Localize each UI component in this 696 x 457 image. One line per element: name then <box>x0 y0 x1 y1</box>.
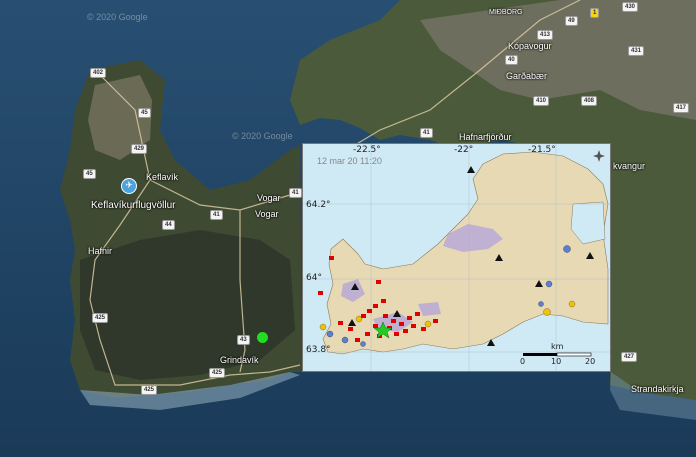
road-40: 40 <box>505 55 518 65</box>
airport-icon[interactable]: ✈ <box>121 178 137 194</box>
road-41b: 41 <box>289 188 302 198</box>
road-1: 1 <box>590 8 600 18</box>
lon-label-2: -22° <box>454 145 474 155</box>
road-430: 430 <box>622 2 639 12</box>
lat-label-2: 64° <box>306 273 322 283</box>
place-midborg[interactable]: MIÐBORG <box>489 9 522 16</box>
road-425c: 425 <box>209 368 226 378</box>
map-screenshot[interactable]: © 2020 Google © 2020 Google 402 45 429 4… <box>0 0 696 457</box>
watermark-middle: © 2020 Google <box>232 131 293 141</box>
place-gardabaer[interactable]: Garðabær <box>506 71 547 81</box>
inset-timestamp: 12 mar 20 11:20 <box>317 156 382 166</box>
road-425b: 425 <box>141 385 158 395</box>
watermark-top: © 2020 Google <box>87 12 148 22</box>
road-45: 45 <box>138 108 151 118</box>
place-airport[interactable]: Keflavíkurflugvöllur <box>91 200 175 211</box>
place-vogar[interactable]: Vogar <box>255 209 279 219</box>
place-hafnir[interactable]: Hafnir <box>88 246 112 256</box>
land-area <box>322 151 609 355</box>
road-417: 417 <box>673 103 690 113</box>
road-427: 427 <box>621 352 638 362</box>
lon-label-1: -22.5° <box>353 145 381 155</box>
road-431: 431 <box>628 46 645 56</box>
road-49: 49 <box>565 16 578 26</box>
epicenter-marker[interactable] <box>257 332 268 343</box>
road-41a: 41 <box>210 210 223 220</box>
inset-map-svg <box>303 144 610 371</box>
lat-label-3: 63.8° <box>306 345 331 355</box>
road-41c: 41 <box>420 128 433 138</box>
road-43: 43 <box>237 335 250 345</box>
road-425a: 425 <box>92 313 109 323</box>
scale-tick-20: 20 <box>585 357 596 366</box>
place-grindavik[interactable]: Grindavík <box>220 355 259 365</box>
place-kopavogur[interactable]: Kópavogur <box>508 41 552 51</box>
lon-label-3: -21.5° <box>528 145 556 155</box>
compass-icon[interactable] <box>593 150 605 162</box>
road-44: 44 <box>162 220 175 230</box>
scale-tick-10: 10 <box>551 357 562 366</box>
road-408: 408 <box>581 96 598 106</box>
scale-tick-0: 0 <box>520 357 526 366</box>
scale-bar <box>523 352 592 357</box>
road-402: 402 <box>90 68 107 78</box>
road-413: 413 <box>537 30 554 40</box>
road-429: 429 <box>131 144 148 154</box>
place-strandakirkja[interactable]: Strandakirkja <box>631 384 684 394</box>
lat-label-1: 64.2° <box>306 200 331 210</box>
road-410: 410 <box>533 96 550 106</box>
place-hafnarfjordur[interactable]: Hafnarfjörður <box>459 132 512 142</box>
earthquake-inset-map[interactable]: 12 mar 20 11:20 -22.5° -22° -21.5° 64.2°… <box>302 143 611 372</box>
place-keflavik[interactable]: Keflavík <box>146 172 178 182</box>
place-vogar-top[interactable]: Vogar <box>257 193 281 203</box>
scale-unit: km <box>551 342 564 351</box>
road-45b: 45 <box>83 169 96 179</box>
place-kvangur[interactable]: kvangur <box>613 161 645 171</box>
